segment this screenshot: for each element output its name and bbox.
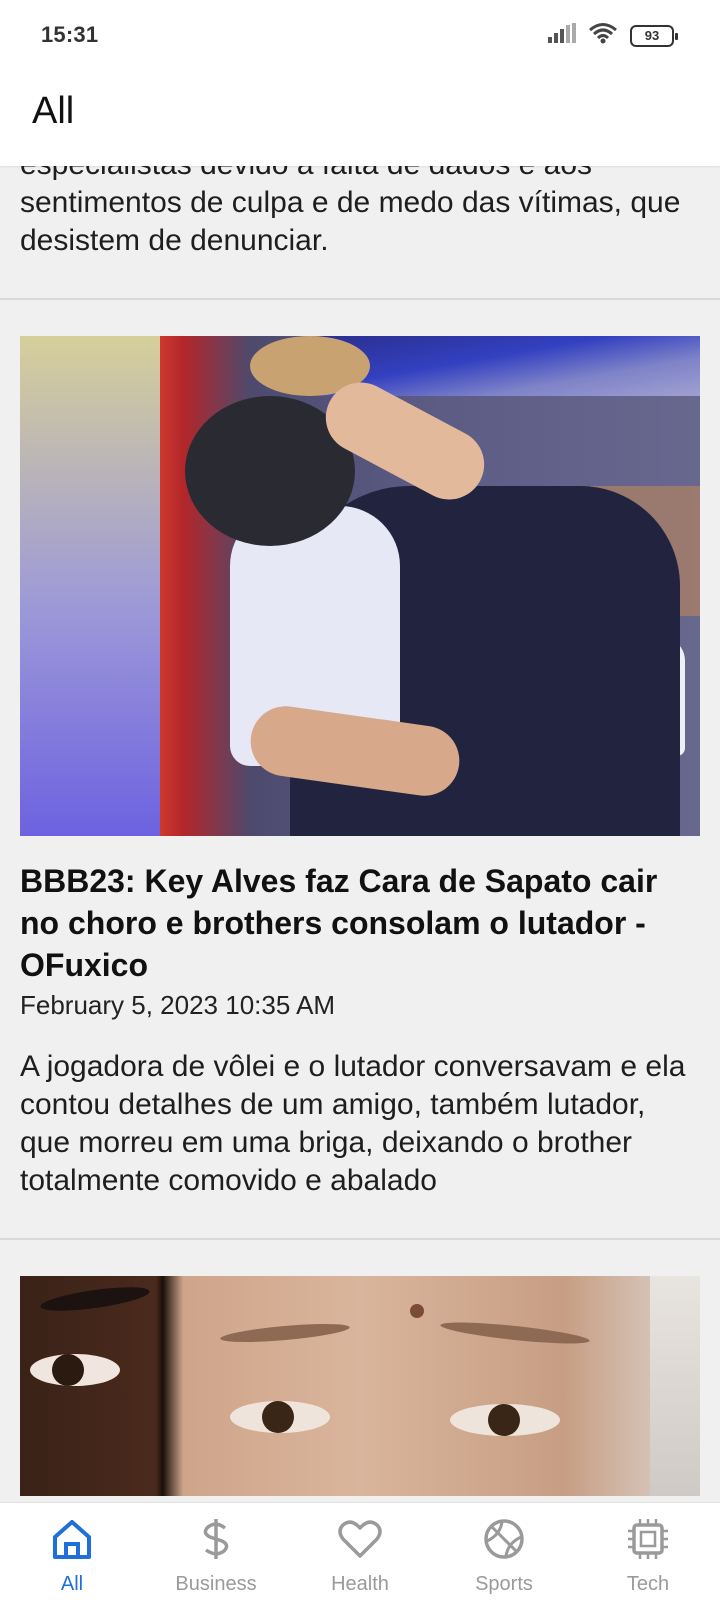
article-date: February 5, 2023 10:35 AM [20, 990, 336, 1020]
article-image[interactable] [20, 1276, 700, 1496]
nav-label: Sports [475, 1573, 533, 1595]
battery-icon: 93 [630, 24, 678, 47]
news-app-screen: especialistas devido à falta de dados e … [0, 0, 720, 1600]
wifi-icon [588, 22, 618, 49]
image-iris [488, 1404, 520, 1436]
status-time: 15:31 [41, 22, 99, 47]
dollar-icon [192, 1515, 240, 1563]
article-description: A jogadora de vôlei e o lutador conversa… [20, 1050, 686, 1197]
heart-icon [336, 1515, 384, 1563]
image-eyebrow [439, 1318, 591, 1348]
image-eyebrow [219, 1320, 351, 1346]
nav-item-business[interactable]: Business [144, 1503, 288, 1600]
image-eyebrow [39, 1282, 151, 1316]
signal-icon [548, 23, 576, 48]
nav-item-tech[interactable]: Tech [576, 1503, 720, 1600]
bottom-navigation: All Business Health Sports Tech [0, 1502, 720, 1600]
image-wall [20, 336, 160, 836]
nav-label: Business [175, 1573, 257, 1595]
status-icons: 93 [548, 22, 678, 49]
nav-item-sports[interactable]: Sports [432, 1503, 576, 1600]
nav-item-health[interactable]: Health [288, 1503, 432, 1600]
app-bar: All [0, 68, 720, 166]
chip-icon [624, 1515, 672, 1563]
article-card-next[interactable] [0, 1240, 720, 1496]
article-image[interactable] [20, 336, 700, 836]
article-card[interactable]: BBB23: Key Alves faz Cara de Sapato cair… [0, 300, 720, 1240]
home-icon [48, 1515, 96, 1563]
image-iris [52, 1354, 84, 1386]
nav-label: All [60, 1573, 84, 1595]
ball-icon [480, 1515, 528, 1563]
image-iris [262, 1401, 294, 1433]
nav-item-all[interactable]: All [0, 1503, 144, 1600]
nav-label: Health [331, 1573, 389, 1595]
article-headline[interactable]: BBB23: Key Alves faz Cara de Sapato cair… [20, 860, 700, 986]
image-mole [410, 1304, 424, 1318]
status-bar: 15:31 93 [0, 0, 720, 68]
page-title: All [32, 90, 75, 132]
nav-label: Tech [626, 1573, 670, 1595]
image-hair [650, 1276, 700, 1496]
news-feed[interactable]: especialistas devido à falta de dados e … [0, 120, 720, 1496]
